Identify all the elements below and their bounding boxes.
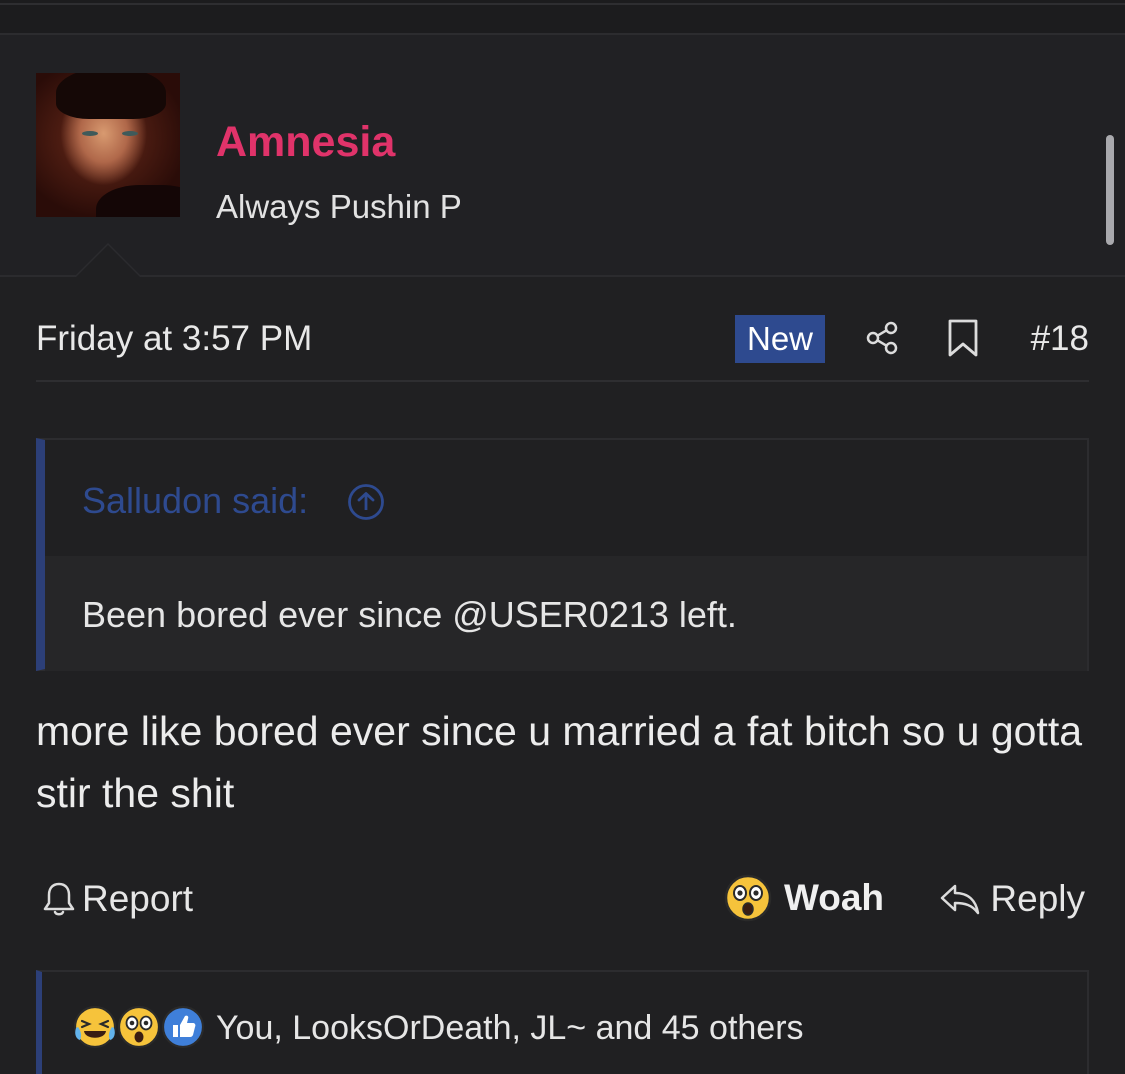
share-icon[interactable] [864,320,900,356]
arrow-up-circle-icon[interactable] [347,483,385,521]
header-pointer-fill [76,245,140,277]
reaction-label: Woah [784,877,885,918]
user-header: Amnesia Always Pushin P [0,35,1125,277]
reaction-icons [72,1004,212,1050]
post-date[interactable]: Friday at 3:57 PM [36,318,312,360]
reply-button[interactable]: Reply [938,874,1085,924]
reaction-summary-text[interactable]: You, LooksOrDeath, JL~ and 45 others [216,1008,804,1048]
post-meta: Friday at 3:57 PM New #18 [36,300,1089,382]
avatar-hair [56,73,166,119]
avatar-shoulder [96,185,180,217]
scrollbar-thumb[interactable] [1106,135,1114,245]
reply-arrow-icon [941,884,980,915]
username[interactable]: Amnesia [216,117,395,167]
previous-post-edge [0,0,1125,35]
bell-icon [43,882,75,916]
quote-header: Salludon said: [45,440,1087,556]
avatar-eye [82,131,98,136]
post-message: more like bored ever since u married a f… [36,708,1083,816]
reaction-button[interactable]: Woah [724,872,884,924]
quote-attribution[interactable]: Salludon said: [82,480,308,522]
post-actions: Report Woah Reply [36,868,1089,928]
astonished-emoji-icon [117,1005,161,1049]
avatar-eye [122,131,138,136]
thumbs-up-icon [161,1005,205,1049]
new-badge: New [735,315,825,363]
laughing-crying-emoji-icon [73,1005,117,1049]
quote-text: Been bored ever since @USER0213 left. [82,594,737,635]
avatar[interactable] [36,73,180,217]
astonished-emoji-icon [724,874,772,922]
bookmark-icon[interactable] [946,318,980,358]
quote-block: Salludon said: Been bored ever since @US… [36,438,1089,671]
thread-post: Amnesia Always Pushin P Friday at 3:57 P… [0,0,1125,1074]
reply-label: Reply [990,878,1085,919]
user-title: Always Pushin P [216,188,462,225]
post-number[interactable]: #18 [1031,318,1089,360]
report-label: Report [82,878,194,919]
reactions-summary-bar[interactable]: You, LooksOrDeath, JL~ and 45 others [36,970,1089,1074]
quote-body: Been bored ever since @USER0213 left. [45,556,1087,671]
report-button[interactable]: Report [42,874,193,924]
